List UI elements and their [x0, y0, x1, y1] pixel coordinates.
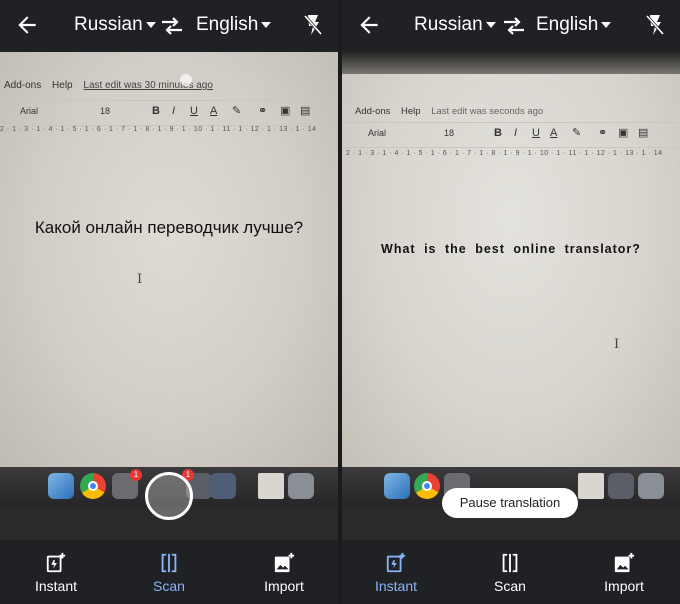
source-language-select[interactable]: Russian — [74, 14, 156, 36]
target-language-label: English — [196, 14, 259, 35]
flash-off-icon[interactable] — [302, 13, 324, 37]
text-color-button: A — [210, 105, 218, 117]
menu-addons: Add-ons — [4, 80, 42, 91]
bold-button: B — [152, 105, 160, 117]
source-language-label: Russian — [414, 14, 483, 35]
finder-icon — [48, 473, 74, 499]
nav-scan[interactable]: Scan — [460, 540, 560, 604]
right-screen: Russian English Add-ons Help Last edit w… — [342, 0, 680, 604]
nav-import[interactable]: Import — [234, 540, 334, 604]
import-icon — [274, 552, 295, 573]
text-cursor-icon: I — [137, 272, 143, 287]
nav-import-label: Import — [264, 578, 304, 594]
underline-button: U — [190, 105, 198, 117]
nav-instant-label: Instant — [374, 578, 418, 594]
bold-button: B — [494, 127, 502, 139]
import-icon — [614, 552, 635, 573]
font-name: Arial — [368, 128, 387, 138]
image-icon: ▤ — [300, 105, 311, 117]
folder-icon — [288, 473, 314, 499]
screen-bezel — [342, 52, 680, 74]
bottom-nav: Instant Scan Import — [0, 540, 338, 604]
nav-import-label: Import — [604, 578, 644, 594]
link-icon: ⚭ — [598, 127, 608, 139]
bottom-nav: Instant Scan Import — [342, 540, 680, 604]
translated-text: What is the best online translator? — [381, 242, 641, 256]
back-arrow-icon[interactable] — [14, 12, 40, 38]
italic-button: I — [514, 127, 518, 139]
scan-icon — [161, 553, 177, 573]
instant-icon — [46, 552, 66, 573]
document-thumbnail-icon — [258, 473, 284, 499]
top-bar: Russian English — [342, 0, 680, 52]
left-screen: Russian English Add-ons Help Last edit w… — [0, 0, 338, 604]
target-language-select[interactable]: English — [196, 14, 272, 36]
grid-app-icon — [608, 473, 634, 499]
last-edit-text: Last edit was 30 minutes ago — [83, 80, 213, 91]
swap-languages-icon[interactable] — [502, 15, 526, 37]
underline-button: U — [532, 127, 540, 139]
swap-languages-icon[interactable] — [160, 15, 184, 37]
target-language-label: English — [536, 14, 599, 35]
text-cursor-icon: I — [614, 337, 620, 352]
image-icon: ▤ — [638, 127, 649, 139]
italic-button: I — [172, 105, 176, 117]
menu-help: Help — [52, 80, 73, 91]
settings-app-icon: 1 — [112, 469, 142, 499]
nav-import[interactable]: Import — [574, 540, 674, 604]
link-icon: ⚭ — [258, 105, 268, 117]
camera-view: Add-ons Help Last edit was 30 minutes ag… — [0, 52, 338, 467]
source-language-label: Russian — [74, 14, 143, 35]
focus-dot — [180, 74, 192, 86]
instant-icon — [386, 552, 406, 573]
doc-menu-bar: Add-ons Help Last edit was seconds ago — [355, 106, 551, 117]
nav-instant[interactable]: Instant — [346, 540, 446, 604]
comment-icon: ▣ — [618, 127, 629, 139]
menu-help: Help — [401, 106, 421, 117]
shutter-button[interactable] — [145, 472, 193, 520]
text-color-button: A — [550, 127, 558, 139]
font-size: 18 — [100, 106, 111, 116]
detected-text: Какой онлайн переводчик лучше? — [34, 218, 304, 237]
flash-off-icon[interactable] — [644, 13, 666, 37]
camera-view: Add-ons Help Last edit was seconds ago A… — [342, 52, 680, 467]
highlight-icon: ✎ — [572, 127, 582, 139]
dropdown-caret-icon — [601, 21, 612, 28]
folder-icon — [638, 473, 664, 499]
target-language-select[interactable]: English — [536, 14, 612, 36]
dropdown-caret-icon — [485, 21, 496, 28]
doc-ruler: 2 · 1 · 3 · 1 · 4 · 1 · 5 · 1 · 6 · 1 · … — [346, 150, 663, 157]
nav-scan-label: Scan — [494, 578, 526, 594]
chrome-icon — [80, 473, 106, 499]
comment-icon: ▣ — [280, 105, 291, 117]
dropdown-caret-icon — [145, 21, 156, 28]
dropdown-caret-icon — [261, 21, 272, 28]
chrome-icon — [414, 473, 440, 499]
back-arrow-icon[interactable] — [356, 12, 382, 38]
font-size: 18 — [444, 128, 455, 138]
preview-app-icon — [210, 473, 236, 499]
badge: 1 — [130, 469, 142, 481]
source-language-select[interactable]: Russian — [414, 14, 496, 36]
scan-icon — [502, 553, 518, 573]
doc-ruler: 2 · 1 · 3 · 1 · 4 · 1 · 5 · 1 · 6 · 1 · … — [0, 126, 317, 133]
nav-scan-label: Scan — [153, 578, 185, 594]
font-name: Arial — [20, 106, 39, 116]
finder-icon — [384, 473, 410, 499]
doc-toolbar: Arial 18 B I U A ✎ ⚭ ▣ ▤ — [342, 122, 680, 148]
document-thumbnail-icon — [578, 473, 604, 499]
last-edit-text: Last edit was seconds ago — [431, 106, 544, 117]
top-bar: Russian English — [0, 0, 338, 52]
pause-translation-button[interactable]: Pause translation — [442, 488, 578, 518]
highlight-icon: ✎ — [232, 105, 242, 117]
menu-addons: Add-ons — [355, 106, 391, 117]
nav-instant[interactable]: Instant — [6, 540, 106, 604]
nav-scan[interactable]: Scan — [119, 540, 219, 604]
doc-toolbar: Arial 18 B I U A ✎ ⚭ ▣ ▤ — [0, 100, 338, 126]
nav-instant-label: Instant — [34, 578, 78, 594]
